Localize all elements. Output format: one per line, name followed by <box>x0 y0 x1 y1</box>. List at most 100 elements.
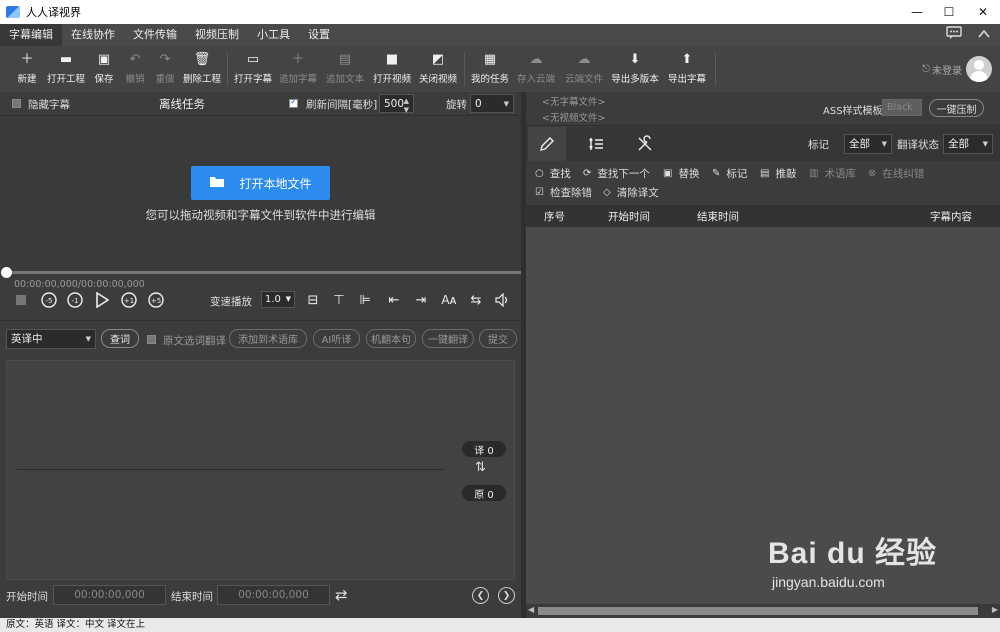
mark-button[interactable]: ✎ 标记 <box>712 166 747 181</box>
scroll-right-icon[interactable]: ▶ <box>992 605 998 614</box>
ai-listen-translate-button[interactable]: AI听译 <box>313 329 360 348</box>
query-word-button[interactable]: 查词 <box>101 329 139 348</box>
speed-select[interactable]: 1.0 ▼ <box>261 291 295 308</box>
online-correction-button[interactable]: ⊗ 在线纠错 <box>868 166 924 181</box>
language-pair-select[interactable]: 英译中 ▼ <box>6 329 96 349</box>
column-subtitle-content[interactable]: 字幕内容 <box>930 209 972 224</box>
toolbar-divider <box>227 52 228 86</box>
video-camera-icon: ■ <box>385 52 399 67</box>
swap-vertical-icon[interactable]: ⇅ <box>475 460 486 475</box>
ass-template-select[interactable]: Black <box>882 99 922 116</box>
save-button[interactable]: ▣ 保存 <box>88 46 120 92</box>
chevron-up-icon[interactable] <box>978 28 990 43</box>
align-left-icon[interactable]: ⊫ <box>356 290 374 310</box>
submit-button[interactable]: 提交 <box>479 329 517 348</box>
source-select-translate-checkbox[interactable] <box>147 335 156 344</box>
avatar[interactable] <box>966 56 992 82</box>
mark-filter-select[interactable]: 全部 ▼ <box>844 134 892 154</box>
rewind-1-icon[interactable]: -1 <box>64 290 86 310</box>
close-video-button[interactable]: ◩ 关闭视频 <box>415 46 461 92</box>
file-export-icon: ⬆ <box>681 52 693 67</box>
glossary-button[interactable]: ▥ 术语库 <box>809 166 856 181</box>
hide-subtitle-checkbox[interactable] <box>12 99 21 108</box>
volume-icon[interactable] <box>494 290 512 310</box>
list-settings-icon[interactable] <box>578 127 616 161</box>
pin-icon: ✎ <box>712 168 721 179</box>
video-off-icon: ◩ <box>431 52 445 67</box>
menu-file-transfer[interactable]: 文件传输 <box>124 24 186 46</box>
playback-progress-bar[interactable] <box>5 271 521 274</box>
align-center-v-icon[interactable]: ⊟ <box>304 290 322 310</box>
horizontal-scrollbar[interactable]: ◀ ▶ <box>526 604 1000 618</box>
export-versions-button[interactable]: ⬇ 导出多版本 <box>608 46 662 92</box>
swap-time-icon[interactable]: ⇄ <box>335 586 348 604</box>
add-to-glossary-button[interactable]: 添加到术语库 <box>229 329 307 348</box>
open-video-button[interactable]: ■ 打开视频 <box>369 46 415 92</box>
chevron-down-icon: ▼ <box>881 140 887 148</box>
swap-lines-icon[interactable]: ⇆ <box>466 290 486 310</box>
maximize-button[interactable]: ☐ <box>932 0 966 24</box>
eraser-icon: ◇ <box>603 187 611 198</box>
my-tasks-button[interactable]: ▦ 我的任务 <box>468 46 512 92</box>
chat-icon[interactable] <box>946 26 962 44</box>
delete-project-button[interactable]: 🗑 删除工程 <box>180 46 224 92</box>
cloud-files-button[interactable]: ☁ 云端文件 <box>560 46 608 92</box>
append-text-button[interactable]: ▤ 追加文本 <box>321 46 369 92</box>
align-top-icon[interactable]: ⊤ <box>330 290 348 310</box>
tools-wrench-icon[interactable] <box>626 127 664 161</box>
one-click-press-button[interactable]: 一键压制 <box>929 99 984 117</box>
undo-button[interactable]: ↶ 撤销 <box>120 46 150 92</box>
subtitle-edit-area[interactable] <box>6 360 515 580</box>
translation-status-select[interactable]: 全部 ▼ <box>943 134 993 154</box>
machine-translate-line-button[interactable]: 机翻本句 <box>366 329 416 348</box>
next-line-icon[interactable]: ❯ <box>498 587 515 604</box>
column-end-time[interactable]: 结束时间 <box>697 209 739 224</box>
scroll-left-icon[interactable]: ◀ <box>528 605 534 614</box>
minimize-button[interactable]: — <box>900 0 934 24</box>
open-project-button[interactable]: ▬ 打开工程 <box>44 46 88 92</box>
check-errors-button[interactable]: ☑ 检查除错 <box>535 185 592 200</box>
video-area[interactable]: 打开本地文件 您可以拖动视频和字幕文件到软件中进行编辑 <box>0 117 521 270</box>
forward-1-icon[interactable]: +1 <box>118 290 140 310</box>
refresh-interval-checkbox[interactable] <box>289 97 298 108</box>
scrollbar-thumb[interactable] <box>538 607 978 615</box>
redo-button[interactable]: ↷ 重做 <box>150 46 180 92</box>
open-subtitle-button[interactable]: ▭ 打开字幕 <box>231 46 275 92</box>
menu-online-collab[interactable]: 在线协作 <box>62 24 124 46</box>
refresh-interval-stepper[interactable]: 500 ▲ ▼ <box>379 94 414 114</box>
menu-subtitle-edit[interactable]: 字幕编辑 <box>0 24 62 46</box>
font-size-icon[interactable]: Aᴀ <box>440 290 458 310</box>
save-cloud-button[interactable]: ☁ 存入云端 <box>512 46 560 92</box>
append-subtitle-button[interactable]: ＋追加字幕 <box>275 46 321 92</box>
jump-start-icon[interactable]: ⇤ <box>384 290 404 310</box>
replace-button[interactable]: ▣ 替换 <box>663 166 699 181</box>
edit-pencil-icon[interactable] <box>528 127 566 161</box>
forward-5-icon[interactable]: +5 <box>145 290 167 310</box>
column-start-time[interactable]: 开始时间 <box>608 209 650 224</box>
stop-icon[interactable] <box>14 290 28 310</box>
rotate-select[interactable]: 0 ▼ <box>470 94 514 113</box>
jump-end-icon[interactable]: ⇥ <box>411 290 431 310</box>
end-time-input[interactable]: 00:00:00,000 <box>217 585 330 605</box>
menu-video-press[interactable]: 视频压制 <box>186 24 248 46</box>
rewind-5-icon[interactable]: -5 <box>38 290 60 310</box>
polish-button[interactable]: ▤ 推敲 <box>760 166 796 181</box>
playback-handle[interactable] <box>1 267 12 278</box>
new-button[interactable]: ＋新建 <box>10 46 44 92</box>
one-click-translate-button[interactable]: 一键翻译 <box>422 329 474 348</box>
play-icon[interactable] <box>92 290 112 310</box>
start-time-input[interactable]: 00:00:00,000 <box>53 585 166 605</box>
open-local-file-button[interactable]: 打开本地文件 <box>191 166 330 200</box>
svg-text:-5: -5 <box>46 297 53 305</box>
menu-settings[interactable]: 设置 <box>299 24 339 46</box>
login-area[interactable]: ⎋ 未登录 <box>922 46 992 92</box>
menu-tools[interactable]: 小工具 <box>248 24 299 46</box>
clear-translation-button[interactable]: ◇ 清除译文 <box>603 185 659 200</box>
close-button[interactable]: ✕ <box>966 0 1000 24</box>
prev-line-icon[interactable]: ❮ <box>472 587 489 604</box>
export-subtitle-button[interactable]: ⬆ 导出字幕 <box>662 46 712 92</box>
column-index[interactable]: 序号 <box>544 209 565 224</box>
find-next-button[interactable]: ⟳ 查找下一个 <box>583 166 650 181</box>
find-button[interactable]: ○ 查找 <box>535 166 571 181</box>
offline-task-title[interactable]: 离线任务 <box>159 96 205 112</box>
